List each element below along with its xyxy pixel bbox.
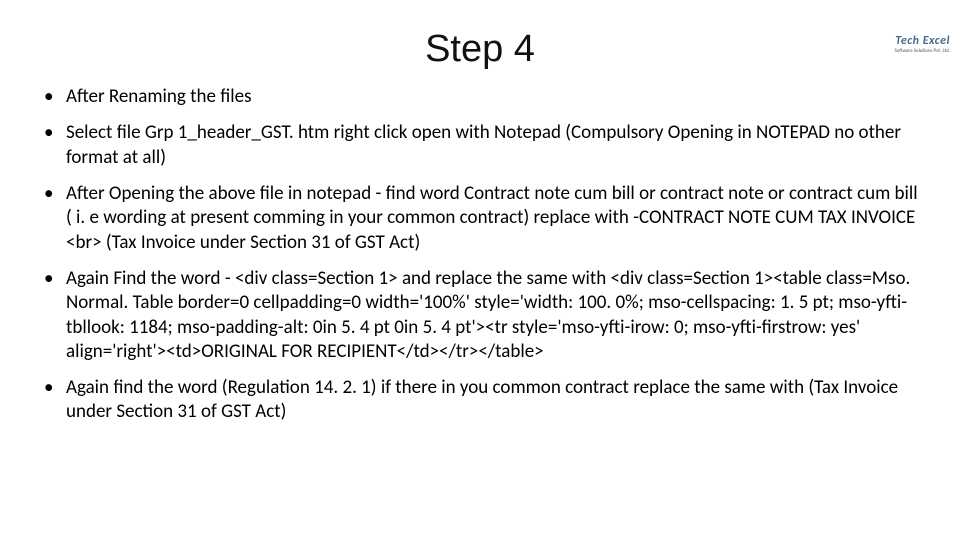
- list-item: After Renaming the files: [44, 85, 920, 109]
- list-item-text: Again find the word (Regulation 14. 2. 1…: [66, 376, 898, 423]
- slide-title: Step 4: [0, 28, 960, 71]
- brand-logo-main: Tech Excel: [895, 34, 950, 48]
- brand-logo: Tech Excel Software Solutions Pvt. Ltd.: [894, 32, 950, 54]
- list-item-text: Again Find the word - <div class=Section…: [66, 267, 910, 363]
- bullet-list: After Renaming the files Select file Grp…: [0, 85, 960, 425]
- list-item: Again Find the word - <div class=Section…: [44, 267, 920, 364]
- list-item: Select file Grp 1_header_GST. htm right …: [44, 121, 920, 170]
- brand-logo-tagline: Software Solutions Pvt. Ltd.: [894, 49, 950, 54]
- list-item-text: Select file Grp 1_header_GST. htm right …: [66, 121, 901, 168]
- list-item-text: After Opening the above file in notepad …: [66, 182, 918, 254]
- list-item: After Opening the above file in notepad …: [44, 182, 920, 255]
- list-item-text: After Renaming the files: [66, 85, 252, 108]
- list-item: Again find the word (Regulation 14. 2. 1…: [44, 376, 920, 425]
